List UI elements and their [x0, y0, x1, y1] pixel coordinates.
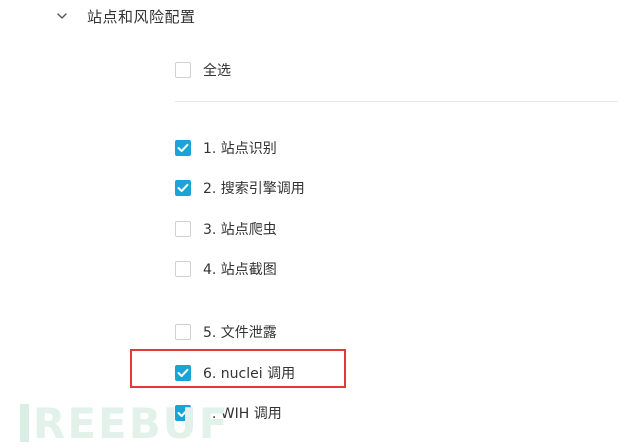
section-title: 站点和风险配置	[87, 7, 196, 26]
checkmark-icon	[177, 143, 189, 152]
option-label: 5. 文件泄露	[203, 325, 277, 341]
option-label: 6. nuclei 调用	[203, 366, 296, 382]
checkmark-icon	[177, 408, 189, 417]
option-site-crawler[interactable]: 3. 站点爬虫	[175, 219, 277, 239]
option-wih[interactable]: 7. WIH 调用	[175, 403, 282, 423]
checkmark-icon	[177, 368, 189, 377]
divider	[175, 101, 618, 102]
watermark-logo-bar	[20, 404, 29, 442]
nuclei-checkbox[interactable]	[175, 365, 191, 381]
option-label: 2. 搜索引擎调用	[203, 181, 305, 197]
site-identification-checkbox[interactable]	[175, 140, 191, 156]
file-leak-checkbox[interactable]	[175, 324, 191, 340]
select-all-label: 全选	[203, 63, 231, 79]
chevron-down-icon[interactable]	[56, 10, 68, 22]
section-header[interactable]: 站点和风险配置	[56, 4, 196, 28]
option-file-leak[interactable]: 5. 文件泄露	[175, 322, 277, 342]
option-site-screenshot[interactable]: 4. 站点截图	[175, 259, 277, 279]
select-all-checkbox-row[interactable]: 全选	[175, 60, 231, 80]
wih-checkbox[interactable]	[175, 405, 191, 421]
option-nuclei[interactable]: 6. nuclei 调用	[175, 363, 295, 383]
option-label: 3. 站点爬虫	[203, 222, 277, 238]
site-screenshot-checkbox[interactable]	[175, 261, 191, 277]
option-label: 1. 站点识别	[203, 141, 277, 157]
select-all-checkbox[interactable]	[175, 62, 191, 78]
checkmark-icon	[177, 183, 189, 192]
option-search-engine[interactable]: 2. 搜索引擎调用	[175, 178, 305, 198]
search-engine-checkbox[interactable]	[175, 180, 191, 196]
option-label: 4. 站点截图	[203, 262, 277, 278]
site-crawler-checkbox[interactable]	[175, 221, 191, 237]
option-label: 7. WIH 调用	[203, 406, 282, 422]
option-site-identification[interactable]: 1. 站点识别	[175, 138, 277, 158]
